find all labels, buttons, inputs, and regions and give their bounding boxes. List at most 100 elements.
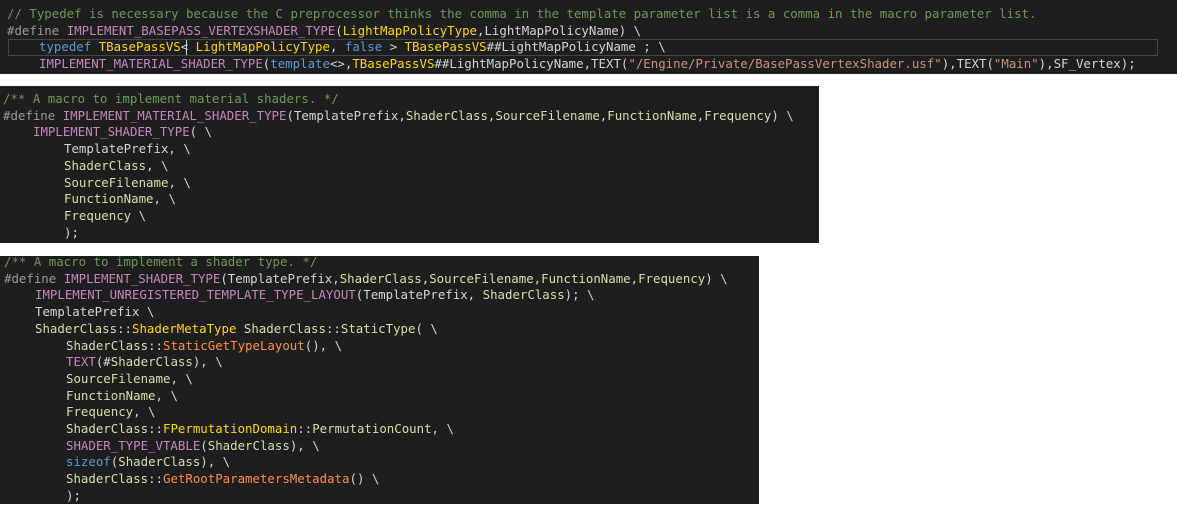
code-token: , \ bbox=[431, 421, 454, 436]
code-line: ShaderClass::GetRootParametersMetadata()… bbox=[66, 471, 379, 488]
code-token: , \ bbox=[170, 370, 193, 386]
code-token: #define bbox=[4, 270, 64, 286]
code-token: #define bbox=[7, 22, 67, 38]
code-token: // Typedef is necessary because the C pr… bbox=[7, 6, 1037, 21]
code-token: IMPLEMENT_SHADER_TYPE bbox=[33, 124, 190, 140]
code-line: TemplatePrefix, \ bbox=[64, 141, 191, 158]
code-line: Frequency, \ bbox=[66, 404, 156, 421]
code-token: ); bbox=[64, 224, 79, 240]
code-token: () \ bbox=[349, 471, 380, 487]
code-token: ); bbox=[66, 487, 81, 503]
code-line: SourceFilename, \ bbox=[66, 371, 193, 388]
code-token: :: bbox=[148, 471, 163, 487]
code-token: :: bbox=[325, 320, 341, 336]
code-token: #define bbox=[3, 107, 63, 123]
code-line: ShaderClass, \ bbox=[64, 158, 168, 175]
code-token: ( bbox=[335, 22, 343, 38]
code-panel-material-shader-macro[interactable]: /** A macro to implement material shader… bbox=[0, 86, 819, 243]
code-token: IMPLEMENT_UNREGISTERED_TEMPLATE_TYPE_LAY… bbox=[35, 287, 356, 303]
code-line: #define IMPLEMENT_BASEPASS_VERTEXSHADER_… bbox=[7, 23, 641, 40]
code-line: TEXT(#ShaderClass), \ bbox=[66, 354, 223, 371]
code-token: SourceFilename bbox=[64, 174, 169, 190]
code-line: SourceFilename, \ bbox=[64, 175, 191, 192]
code-line: ); bbox=[64, 225, 79, 242]
code-token: , \ bbox=[168, 174, 191, 190]
code-token: \ bbox=[131, 207, 147, 223]
code-line: TemplatePrefix \ bbox=[35, 304, 154, 321]
code-token: TEXT bbox=[66, 354, 96, 370]
code-line: IMPLEMENT_SHADER_TYPE( \ bbox=[33, 124, 212, 141]
code-token: Frequency bbox=[66, 404, 134, 420]
code-token: , \ bbox=[146, 157, 169, 173]
code-token: (TemplatePrefix, bbox=[286, 107, 406, 123]
code-token: < bbox=[180, 39, 196, 55]
code-token: :: bbox=[297, 421, 313, 436]
code-token: IMPLEMENT_MATERIAL_SHADER_TYPE bbox=[39, 56, 263, 72]
code-token: TBasePassVS bbox=[404, 39, 487, 55]
code-token: IMPLEMENT_BASEPASS_VERTEXSHADER_TYPE bbox=[66, 22, 336, 38]
code-token: TemplatePrefix \ bbox=[35, 304, 155, 320]
code-token: TBasePassVS bbox=[352, 56, 435, 72]
code-token: ),TEXT( bbox=[941, 56, 994, 72]
code-token: ) \ bbox=[705, 270, 728, 286]
code-token: (TemplatePrefix, bbox=[355, 287, 483, 303]
code-token: ), \ bbox=[200, 454, 231, 470]
code-token: sizeof bbox=[66, 454, 111, 470]
code-token: SourceFilename bbox=[66, 370, 171, 386]
code-token: /** A macro to implement a shader type. … bbox=[4, 254, 318, 269]
code-token: template bbox=[270, 56, 330, 72]
code-panel-basepass-macro[interactable]: // Typedef is necessary because the C pr… bbox=[0, 0, 1177, 74]
code-token: ShaderClass bbox=[482, 287, 565, 303]
code-line: IMPLEMENT_UNREGISTERED_TEMPLATE_TYPE_LAY… bbox=[35, 287, 595, 304]
code-token: ); \ bbox=[564, 287, 595, 303]
code-token: ShaderClass,SourceFilename,FunctionName,… bbox=[405, 107, 772, 123]
code-token: ShaderClass bbox=[35, 320, 118, 336]
code-token: ,LightMapPolicyName) \ bbox=[477, 22, 642, 38]
code-line: #define IMPLEMENT_MATERIAL_SHADER_TYPE(T… bbox=[3, 108, 794, 125]
code-token: ShaderClass bbox=[110, 354, 193, 370]
code-token: ( \ bbox=[189, 124, 213, 140]
code-line: typedef TBasePassVS< LightMapPolicyType,… bbox=[39, 39, 666, 56]
code-token: Frequency bbox=[64, 207, 132, 223]
code-token: LightMapPolicyType bbox=[195, 39, 330, 55]
code-token: GetRootParametersMetadata bbox=[162, 471, 350, 487]
code-token: ShaderMetaType bbox=[131, 320, 237, 336]
code-line: #define IMPLEMENT_SHADER_TYPE(TemplatePr… bbox=[4, 271, 728, 288]
code-token: (), \ bbox=[304, 337, 343, 353]
code-line: /** A macro to implement material shader… bbox=[3, 91, 339, 108]
code-line: FunctionName, \ bbox=[64, 191, 176, 208]
code-token: :: bbox=[148, 421, 163, 436]
code-token: ), \ bbox=[192, 354, 223, 370]
code-line: // Typedef is necessary because the C pr… bbox=[7, 6, 1036, 23]
code-line: IMPLEMENT_MATERIAL_SHADER_TYPE(template<… bbox=[39, 56, 1136, 73]
code-token: typedef bbox=[39, 39, 92, 55]
code-panel-shader-type-macro[interactable]: /** A macro to implement a shader type. … bbox=[0, 254, 759, 504]
code-token: ShaderClass bbox=[243, 320, 326, 336]
code-line: ShaderClass::FPermutationDomain::Permuta… bbox=[66, 421, 454, 438]
code-token: , \ bbox=[133, 404, 156, 420]
code-token: SHADER_TYPE_VTABLE bbox=[66, 437, 201, 453]
code-token: ( bbox=[200, 437, 208, 453]
code-token: false bbox=[344, 39, 383, 55]
code-token: , \ bbox=[153, 191, 176, 207]
code-token: ShaderClass bbox=[118, 454, 201, 470]
code-token: TBasePassVS bbox=[98, 39, 181, 55]
code-line: Frequency \ bbox=[64, 208, 146, 225]
code-token: ShaderClass,SourceFilename,FunctionName,… bbox=[339, 270, 706, 286]
code-token: ShaderClass bbox=[66, 471, 149, 487]
code-token: /** A macro to implement material shader… bbox=[3, 91, 339, 106]
code-token: StaticGetTypeLayout bbox=[162, 337, 305, 353]
code-line: SHADER_TYPE_VTABLE(ShaderClass), \ bbox=[66, 438, 320, 455]
code-line: ShaderClass::StaticGetTypeLayout(), \ bbox=[66, 338, 342, 355]
code-token: (# bbox=[95, 354, 111, 370]
code-token: ShaderClass bbox=[64, 157, 147, 173]
code-token: (TemplatePrefix, bbox=[220, 270, 340, 286]
code-token: FunctionName bbox=[66, 387, 156, 403]
code-line: /** A macro to implement a shader type. … bbox=[4, 254, 317, 271]
code-token: ##LightMapPolicyName,TEXT( bbox=[434, 56, 629, 72]
code-token: :: bbox=[117, 320, 132, 336]
code-token: <>, bbox=[329, 56, 353, 72]
code-line: sizeof(ShaderClass), \ bbox=[66, 454, 230, 471]
